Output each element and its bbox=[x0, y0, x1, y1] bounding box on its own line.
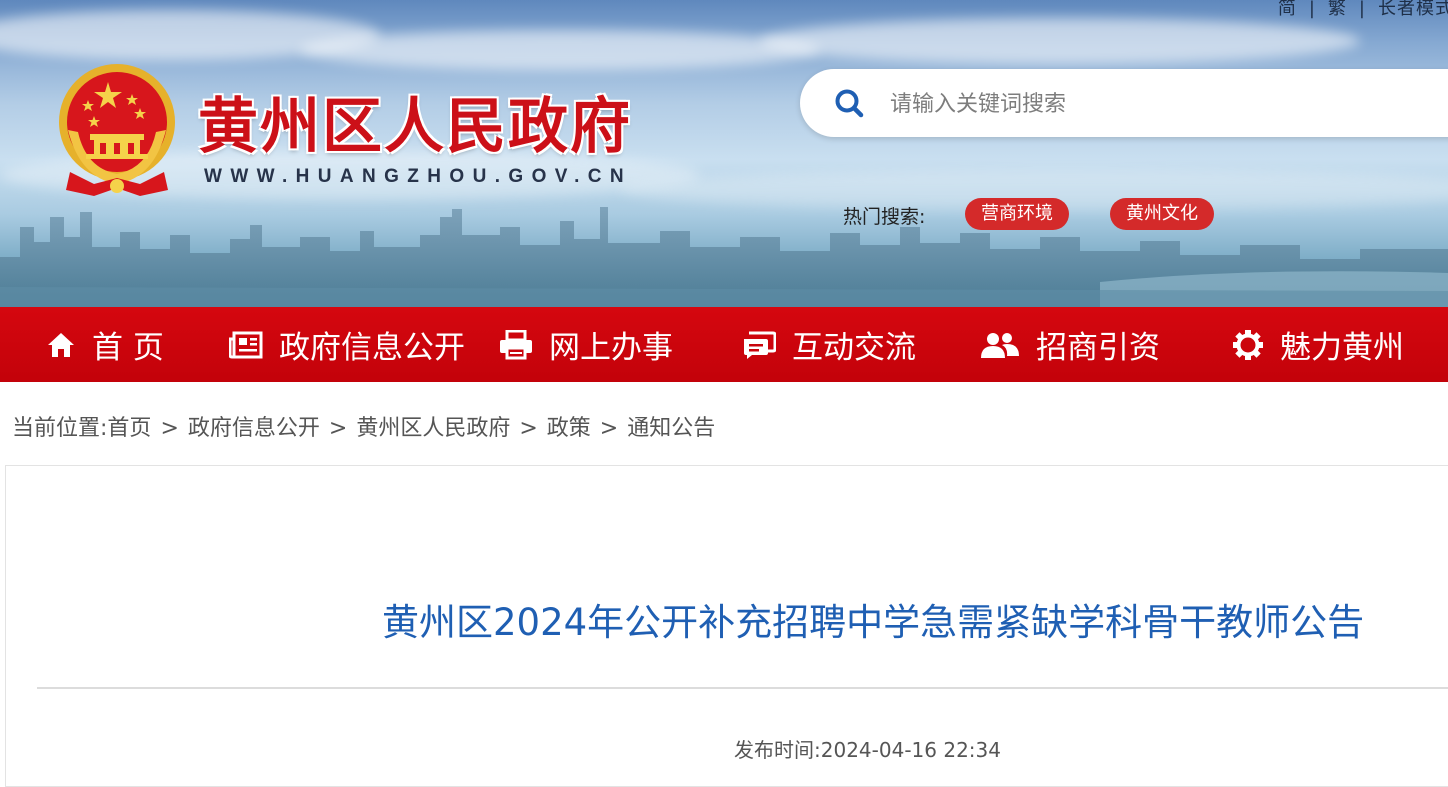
nav-item-label: 网上办事 bbox=[549, 330, 673, 366]
nav-item-gov-info[interactable]: 政府信息公开 bbox=[229, 307, 465, 382]
site-title: 黄州区人民政府 bbox=[198, 92, 632, 162]
nav-item-label: 招商引资 bbox=[1036, 330, 1160, 366]
home-icon bbox=[48, 332, 74, 357]
site-url: WWW.HUANGZHOU.GOV.CN bbox=[204, 166, 633, 187]
nav-item-label: 互动交流 bbox=[792, 330, 916, 366]
printer-icon bbox=[500, 329, 532, 359]
nav-item-label: 政府信息公开 bbox=[279, 330, 465, 366]
nav-item-interaction[interactable]: 互动交流 bbox=[742, 307, 916, 382]
traditional-chinese-link[interactable]: 繁 bbox=[1328, 0, 1347, 19]
nav-item-label: 魅力黄州 bbox=[1280, 330, 1404, 366]
elderly-mode-link[interactable]: 长者模式 bbox=[1378, 0, 1448, 19]
cloud bbox=[760, 18, 1360, 64]
breadcrumb-link-notices[interactable]: 通知公告 bbox=[627, 416, 715, 441]
main-nav: 首 页 政府信息公开 网上办事 互动交流 招商引资 魅力黄州 bbox=[0, 307, 1448, 382]
hot-tag-business-environment[interactable]: 营商环境 bbox=[965, 198, 1069, 230]
chat-icon bbox=[744, 331, 776, 359]
nav-item-label: 首 页 bbox=[92, 330, 164, 366]
publish-time-value: 2024-04-16 22:34 bbox=[820, 738, 1001, 762]
breadcrumb-separator: > bbox=[328, 416, 348, 441]
breadcrumb-separator: > bbox=[519, 416, 538, 441]
nav-item-online-services[interactable]: 网上办事 bbox=[499, 307, 673, 382]
breadcrumb-link-policy[interactable]: 政策 bbox=[547, 416, 591, 441]
breadcrumb-separator: > bbox=[599, 416, 619, 441]
search-input[interactable] bbox=[888, 83, 1448, 125]
nav-item-investment[interactable]: 招商引资 bbox=[980, 307, 1160, 382]
breadcrumb-link-district-gov[interactable]: 黄州区人民政府 bbox=[356, 416, 510, 441]
hot-tag-huangzhou-culture[interactable]: 黄州文化 bbox=[1110, 198, 1214, 230]
header-banner: 简|繁|长者模式 黄州区人民政府 WWW.HUANGZHOU.GOV.CN 热门… bbox=[0, 0, 1448, 307]
simplified-chinese-link[interactable]: 简 bbox=[1278, 0, 1297, 19]
nav-item-charm-huangzhou[interactable]: 魅力黄州 bbox=[1232, 307, 1404, 382]
publish-time-label: 发布时间: bbox=[734, 738, 821, 762]
breadcrumb-separator: > bbox=[160, 416, 179, 441]
publish-time: 发布时间:2024-04-16 22:34 bbox=[734, 734, 1001, 763]
gear-icon bbox=[1233, 329, 1263, 360]
search-icon[interactable] bbox=[834, 88, 864, 118]
article-title: 黄州区2024年公开补充招聘中学急需紧缺学科骨干教师公告 bbox=[382, 601, 1365, 644]
nav-item-home[interactable]: 首 页 bbox=[46, 307, 164, 382]
article-panel: 黄州区2024年公开补充招聘中学急需紧缺学科骨干教师公告 发布时间:2024-0… bbox=[5, 465, 1448, 787]
national-emblem-logo bbox=[59, 64, 175, 196]
users-icon bbox=[981, 332, 1019, 358]
top-links: 简 | 繁 | 长者模式 bbox=[1278, 0, 1448, 20]
breadcrumb-link-gov-info[interactable]: 政府信息公开 bbox=[188, 416, 320, 441]
breadcrumb-link-home[interactable]: 首页 bbox=[107, 416, 151, 441]
title-divider bbox=[37, 687, 1448, 689]
breadcrumb-prefix: 当前位置: bbox=[12, 416, 108, 441]
cloud bbox=[300, 30, 820, 70]
newspaper-icon bbox=[229, 331, 263, 358]
breadcrumb: 当前位置:首页 > 政府信息公开 > 黄州区人民政府 > 政策 > 通知公告 bbox=[12, 410, 715, 442]
hot-search-label: 热门搜索: bbox=[843, 206, 926, 228]
city-skyline-image bbox=[0, 207, 1448, 307]
search-box bbox=[800, 69, 1448, 137]
